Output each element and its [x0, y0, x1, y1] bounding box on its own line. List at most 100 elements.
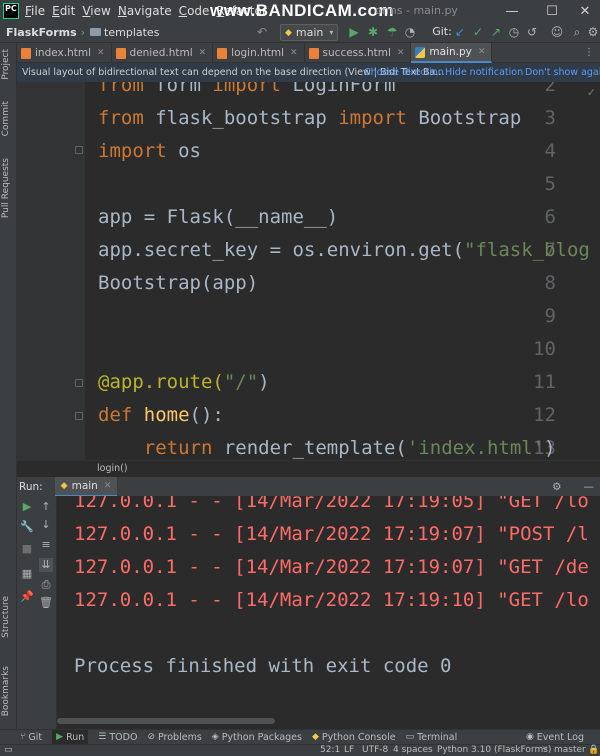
wrench-icon[interactable]: 🔧: [20, 520, 34, 534]
bandicam-watermark: www.BANDICAM.com: [210, 1, 394, 20]
close-icon[interactable]: ✕: [199, 48, 207, 58]
git-rollback-icon[interactable]: ↺: [525, 25, 539, 39]
git-history-icon[interactable]: ◷: [507, 25, 521, 39]
tool-label: Python Packages: [221, 731, 302, 743]
close-button[interactable]: ✕: [565, 0, 600, 22]
tab-index-html[interactable]: index.html ✕: [17, 43, 112, 63]
back-icon[interactable]: ↶: [255, 25, 269, 39]
layout-icon[interactable]: ▦: [20, 567, 34, 581]
left-tool-strip: Project Commit Pull Requests Structure B…: [0, 43, 17, 729]
arrow-down-icon[interactable]: ↓: [39, 518, 53, 532]
git-update-icon[interactable]: ↙: [453, 25, 467, 39]
git-push-icon[interactable]: ↗: [489, 25, 503, 39]
tab-label: denied.html: [129, 47, 193, 59]
close-icon[interactable]: ✕: [97, 48, 105, 58]
code-line-12: def home():: [98, 404, 224, 426]
console-line-text: 127.0.0.1 - - [14/Mar/2022 17:19:07] "PO…: [74, 523, 589, 545]
pin-icon[interactable]: 📌: [20, 590, 34, 604]
user-icon[interactable]: ☺: [550, 25, 564, 39]
line-separator[interactable]: LF: [344, 745, 354, 756]
indent-setting[interactable]: 4 spaces: [393, 745, 433, 756]
token: form: [155, 82, 213, 96]
menu-view[interactable]: View: [82, 4, 110, 18]
project-tool-tab[interactable]: Project: [1, 49, 11, 80]
git-tool-button[interactable]: ⑂ Git: [20, 732, 42, 743]
lock-icon[interactable]: 🔒: [588, 745, 599, 756]
menu-file[interactable]: File: [25, 4, 45, 18]
soft-wrap-icon[interactable]: ≡: [39, 538, 53, 552]
code-editor[interactable]: ✓ 2 3 4 5 6 7 8 9 10 11 12 13 from form …: [17, 82, 600, 460]
inspection-ok-icon[interactable]: ✓: [587, 86, 596, 99]
todo-tool-button[interactable]: ☰ TODO: [98, 732, 137, 743]
run-configuration-select[interactable]: ◆ main ▾: [280, 24, 338, 41]
coverage-icon[interactable]: ☂: [385, 25, 399, 39]
python-console-tool-button[interactable]: ◆ Python Console: [312, 732, 396, 743]
tab-main-py[interactable]: main.py ✕: [411, 43, 493, 63]
tab-denied-html[interactable]: denied.html ✕: [112, 43, 214, 63]
arrow-up-icon[interactable]: ↑: [39, 500, 53, 514]
python-interpreter[interactable]: Python 3.10 (FlaskForms): [437, 745, 551, 756]
breadcrumb-project[interactable]: FlaskForms: [6, 26, 77, 39]
git-commit-icon[interactable]: ✓: [471, 25, 485, 39]
choose-direction-link[interactable]: Choose direction: [364, 67, 444, 78]
run-tab-main[interactable]: ◆ main ✕: [54, 476, 118, 497]
fold-marker-icon[interactable]: [75, 379, 83, 387]
scroll-to-end-icon[interactable]: ⇊: [39, 558, 53, 572]
hide-notification-link[interactable]: Hide notification: [445, 67, 523, 78]
navigation-bar: FlaskForms › templates ↶ ◆ main ▾ ▶ ✱ ☂ …: [0, 22, 600, 43]
menu-code[interactable]: Code: [179, 4, 210, 18]
settings-icon[interactable]: ⚙: [586, 25, 600, 39]
dont-show-again-link[interactable]: Don't show again: [525, 67, 600, 78]
horizontal-scrollbar[interactable]: [57, 718, 275, 724]
editor-breadcrumb[interactable]: login(): [17, 460, 600, 476]
settings-icon[interactable]: ⚙: [552, 481, 561, 493]
profile-icon[interactable]: ◔: [403, 25, 417, 39]
packages-icon: ◈: [211, 732, 219, 742]
search-icon[interactable]: ⌕: [570, 25, 584, 39]
close-icon[interactable]: ✕: [397, 48, 405, 58]
pull-requests-tool-tab[interactable]: Pull Requests: [1, 158, 11, 218]
minimize-button[interactable]: —: [492, 0, 532, 22]
rerun-icon[interactable]: ▶: [20, 500, 34, 514]
pycharm-logo: PC: [3, 3, 19, 19]
tab-success-html[interactable]: success.html ✕: [305, 43, 412, 63]
run-icon[interactable]: ▶: [347, 25, 361, 39]
close-icon[interactable]: ✕: [104, 481, 112, 491]
fold-marker-icon[interactable]: [75, 146, 83, 154]
token: from: [98, 82, 156, 96]
stop-icon[interactable]: ■: [20, 542, 34, 556]
file-encoding[interactable]: UTF-8: [362, 745, 388, 756]
token: flask_bootstrap: [155, 107, 339, 129]
bookmarks-tool-tab[interactable]: Bookmarks: [1, 666, 11, 716]
run-tool-button[interactable]: ▶ Run: [52, 729, 89, 745]
trash-icon[interactable]: 🗑: [39, 596, 53, 610]
debug-icon[interactable]: ✱: [366, 25, 380, 39]
tab-login-html[interactable]: login.html ✕: [213, 43, 305, 63]
window-title: orms - main.py: [375, 4, 458, 17]
print-icon[interactable]: ⎙: [39, 578, 53, 592]
console-line: 127.0.0.1 - - [14/Mar/2022 17:19:07] "GE…: [74, 556, 589, 578]
tool-windows-toggle-icon[interactable]: ▭: [4, 745, 13, 756]
caret-position[interactable]: 52:1: [320, 745, 340, 756]
commit-tool-tab[interactable]: Commit: [1, 101, 11, 136]
terminal-icon: ▭: [405, 732, 415, 742]
git-branch[interactable]: master: [554, 745, 586, 756]
structure-tool-tab[interactable]: Structure: [1, 596, 11, 638]
menu-navigate[interactable]: Navigate: [118, 4, 172, 18]
event-log-tool-button[interactable]: ◉ Event Log: [526, 732, 584, 743]
breadcrumb-folder[interactable]: templates: [104, 26, 159, 39]
token: app.secret_key = os.environ.get(: [98, 239, 465, 261]
fold-marker-icon[interactable]: [75, 412, 83, 420]
run-console[interactable]: 127.0.0.1 - - [14/Mar/2022 17:19:05] "GE…: [57, 496, 600, 714]
close-icon[interactable]: ✕: [478, 47, 486, 57]
python-packages-tool-button[interactable]: ◈ Python Packages: [212, 732, 302, 743]
problems-tool-button[interactable]: ⊘ Problems: [147, 732, 201, 743]
tabs-overflow-icon[interactable]: ⋮: [584, 47, 594, 58]
terminal-tool-button[interactable]: ▭ Terminal: [406, 732, 458, 743]
close-icon[interactable]: ✕: [290, 48, 298, 58]
hide-icon[interactable]: —: [584, 481, 595, 493]
token: def: [98, 404, 144, 426]
line-number: 8: [544, 272, 556, 294]
html-file-icon: [308, 47, 319, 59]
menu-edit[interactable]: Edit: [52, 4, 75, 18]
